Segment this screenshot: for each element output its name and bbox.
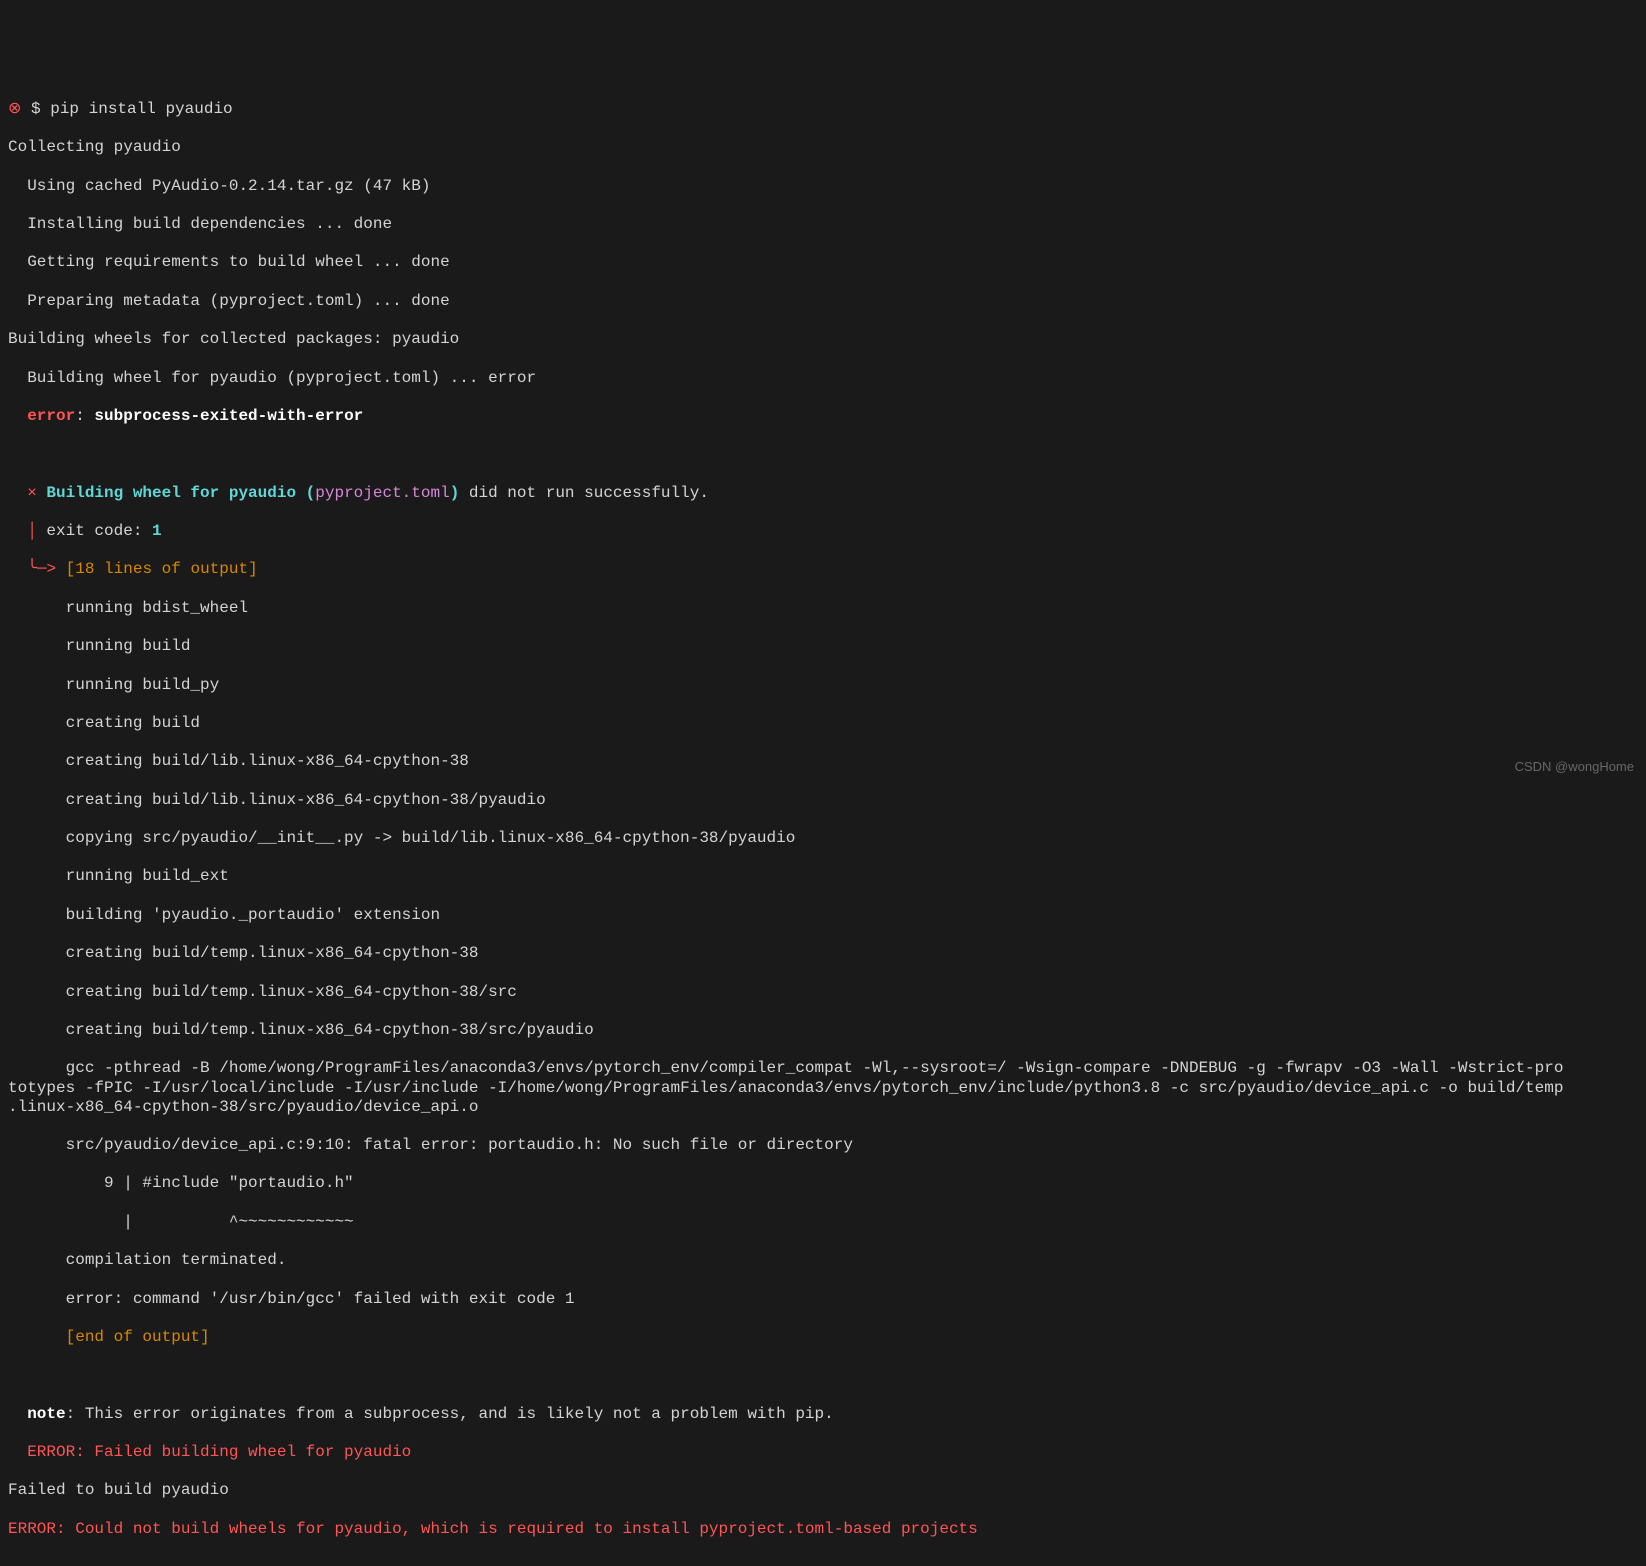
output-line: src/pyaudio/device_api.c:9:10: fatal err… bbox=[8, 1136, 1638, 1155]
output-line: Preparing metadata (pyproject.toml) ... … bbox=[8, 292, 1638, 311]
exit-code-line: │ exit code: 1 bbox=[8, 522, 1638, 541]
error-msg: subprocess-exited-with-error bbox=[94, 407, 363, 425]
output-line: running bdist_wheel bbox=[8, 599, 1638, 618]
pipe-icon: │ bbox=[8, 522, 46, 540]
shell-prompt: $ bbox=[21, 100, 50, 118]
output-line: 9 | #include "portaudio.h" bbox=[8, 1174, 1638, 1193]
command-text: pip install pyaudio bbox=[50, 100, 232, 118]
output-line: compilation terminated. bbox=[8, 1251, 1638, 1270]
output-line: Failed to build pyaudio bbox=[8, 1481, 1638, 1500]
error-label: error bbox=[8, 407, 75, 425]
error-indicator-icon: ⊗ bbox=[8, 100, 21, 118]
output-line: error: command '/usr/bin/gcc' failed wit… bbox=[8, 1290, 1638, 1309]
output-line: Getting requirements to build wheel ... … bbox=[8, 253, 1638, 272]
output-line: running build bbox=[8, 637, 1638, 656]
output-line: creating build bbox=[8, 714, 1638, 733]
output-line: running build_ext bbox=[8, 867, 1638, 886]
command-line: ⊗ $ pip install pyaudio bbox=[8, 100, 1638, 119]
output-line: running build_py bbox=[8, 676, 1638, 695]
cross-icon: × bbox=[8, 484, 46, 502]
note-label: note bbox=[8, 1405, 66, 1423]
output-line: | ^~~~~~~~~~~~~ bbox=[8, 1213, 1638, 1232]
fail-header-line: × Building wheel for pyaudio (pyproject.… bbox=[8, 484, 1638, 503]
output-line: creating build/lib.linux-x86_64-cpython-… bbox=[8, 752, 1638, 771]
output-line: creating build/temp.linux-x86_64-cpython… bbox=[8, 1021, 1638, 1040]
output-line: Building wheel for pyaudio (pyproject.to… bbox=[8, 369, 1638, 388]
error-line: ERROR: Could not build wheels for pyaudi… bbox=[8, 1520, 1638, 1539]
output-line: gcc -pthread -B /home/wong/ProgramFiles/… bbox=[8, 1059, 1638, 1117]
output-line: Building wheels for collected packages: … bbox=[8, 330, 1638, 349]
blank-line bbox=[8, 445, 1638, 464]
output-line: building 'pyaudio._portaudio' extension bbox=[8, 906, 1638, 925]
terminal-output: ⊗ $ pip install pyaudio Collecting pyaud… bbox=[8, 81, 1638, 1558]
output-line: copying src/pyaudio/__init__.py -> build… bbox=[8, 829, 1638, 848]
exit-code: 1 bbox=[152, 522, 162, 540]
note-line: note: This error originates from a subpr… bbox=[8, 1405, 1638, 1424]
blank-line bbox=[8, 1366, 1638, 1385]
error-line: ERROR: Failed building wheel for pyaudio bbox=[8, 1443, 1638, 1462]
output-line: creating build/lib.linux-x86_64-cpython-… bbox=[8, 791, 1638, 810]
end-output-line: [end of output] bbox=[8, 1328, 1638, 1347]
error-line: error: subprocess-exited-with-error bbox=[8, 407, 1638, 426]
watermark: CSDN @wongHome bbox=[1515, 759, 1634, 775]
output-line: creating build/temp.linux-x86_64-cpython… bbox=[8, 983, 1638, 1002]
arrow-icon: ╰─> bbox=[8, 560, 66, 578]
output-line: Installing build dependencies ... done bbox=[8, 215, 1638, 234]
output-marker-line: ╰─> [18 lines of output] bbox=[8, 560, 1638, 579]
output-line: creating build/temp.linux-x86_64-cpython… bbox=[8, 944, 1638, 963]
output-line: Using cached PyAudio-0.2.14.tar.gz (47 k… bbox=[8, 177, 1638, 196]
output-line: Collecting pyaudio bbox=[8, 138, 1638, 157]
